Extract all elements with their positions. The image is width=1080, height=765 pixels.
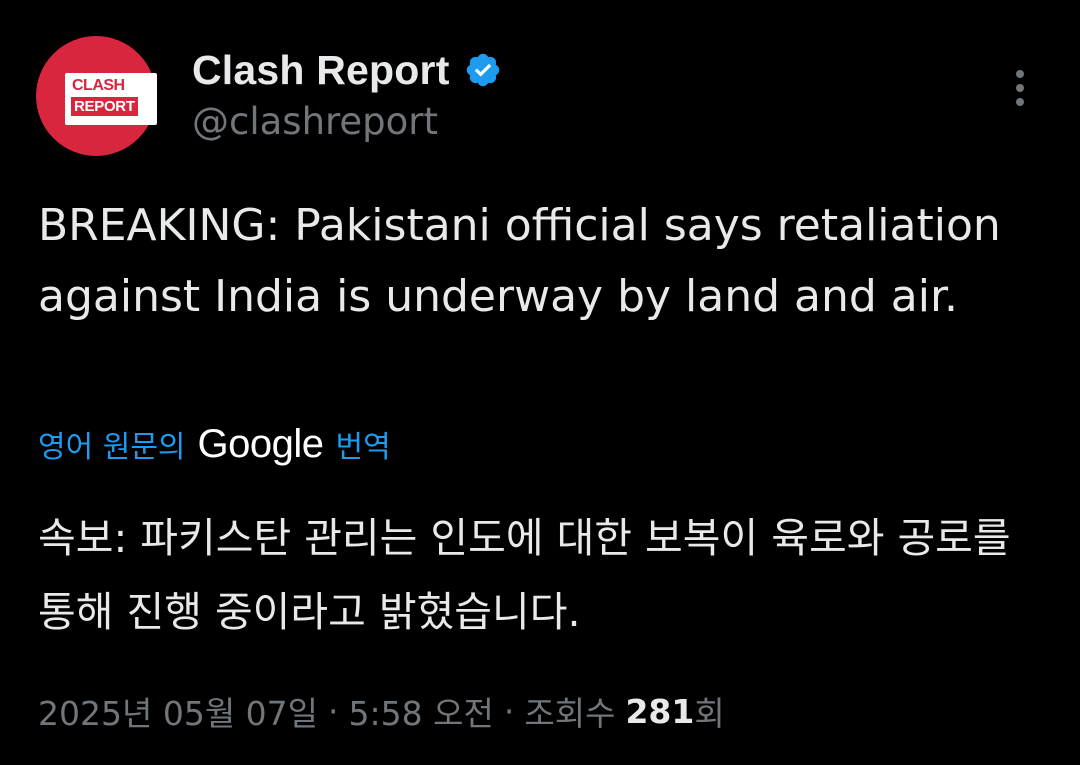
more-vertical-icon[interactable]	[1000, 60, 1040, 116]
views-label: 조회수	[524, 694, 616, 733]
display-name-row: Clash Report	[192, 42, 502, 98]
verified-badge-icon	[466, 53, 499, 87]
views-count[interactable]: 281	[625, 692, 694, 731]
tweet-text: BREAKING: Pakistani official says retali…	[38, 200, 1001, 322]
meta-separator: ·	[503, 691, 515, 731]
google-logo: Google	[197, 421, 324, 466]
views-suffix: 회	[694, 694, 725, 733]
translation-attribution[interactable]: 영어 원문의 Google 번역	[38, 416, 391, 472]
tweet-date[interactable]: 2025년 05월 07일	[38, 687, 318, 735]
meta-separator: ·	[328, 691, 339, 731]
tweet-header: CLASH REPORT Clash Report @clashreport	[36, 36, 1044, 160]
tweet-meta: 2025년 05월 07일 · 5:58 오전 · 조회수 281 회	[38, 684, 725, 738]
translated-text: 속보: 파키스탄 관리는 인도에 대한 보복이 육로와 공로를 통해 진행 중이…	[38, 514, 1011, 636]
translation-label-prefix: 영어 원문의	[38, 430, 186, 465]
tweet-time[interactable]: 5:58 오전	[349, 687, 494, 735]
more-dot	[1016, 84, 1024, 92]
avatar-logo: CLASH REPORT	[65, 73, 157, 125]
more-dot	[1016, 70, 1024, 78]
translation-label-suffix: 번역	[335, 430, 391, 465]
display-name[interactable]: Clash Report	[192, 47, 450, 94]
more-dot	[1016, 98, 1024, 106]
author-handle[interactable]: @clashreport	[192, 100, 438, 143]
avatar-logo-text-top: CLASH	[72, 77, 125, 94]
avatar-logo-text-bottom: REPORT	[71, 97, 138, 116]
avatar[interactable]: CLASH REPORT	[36, 36, 157, 156]
tweet: CLASH REPORT Clash Report @clashreport B…	[0, 0, 1080, 765]
